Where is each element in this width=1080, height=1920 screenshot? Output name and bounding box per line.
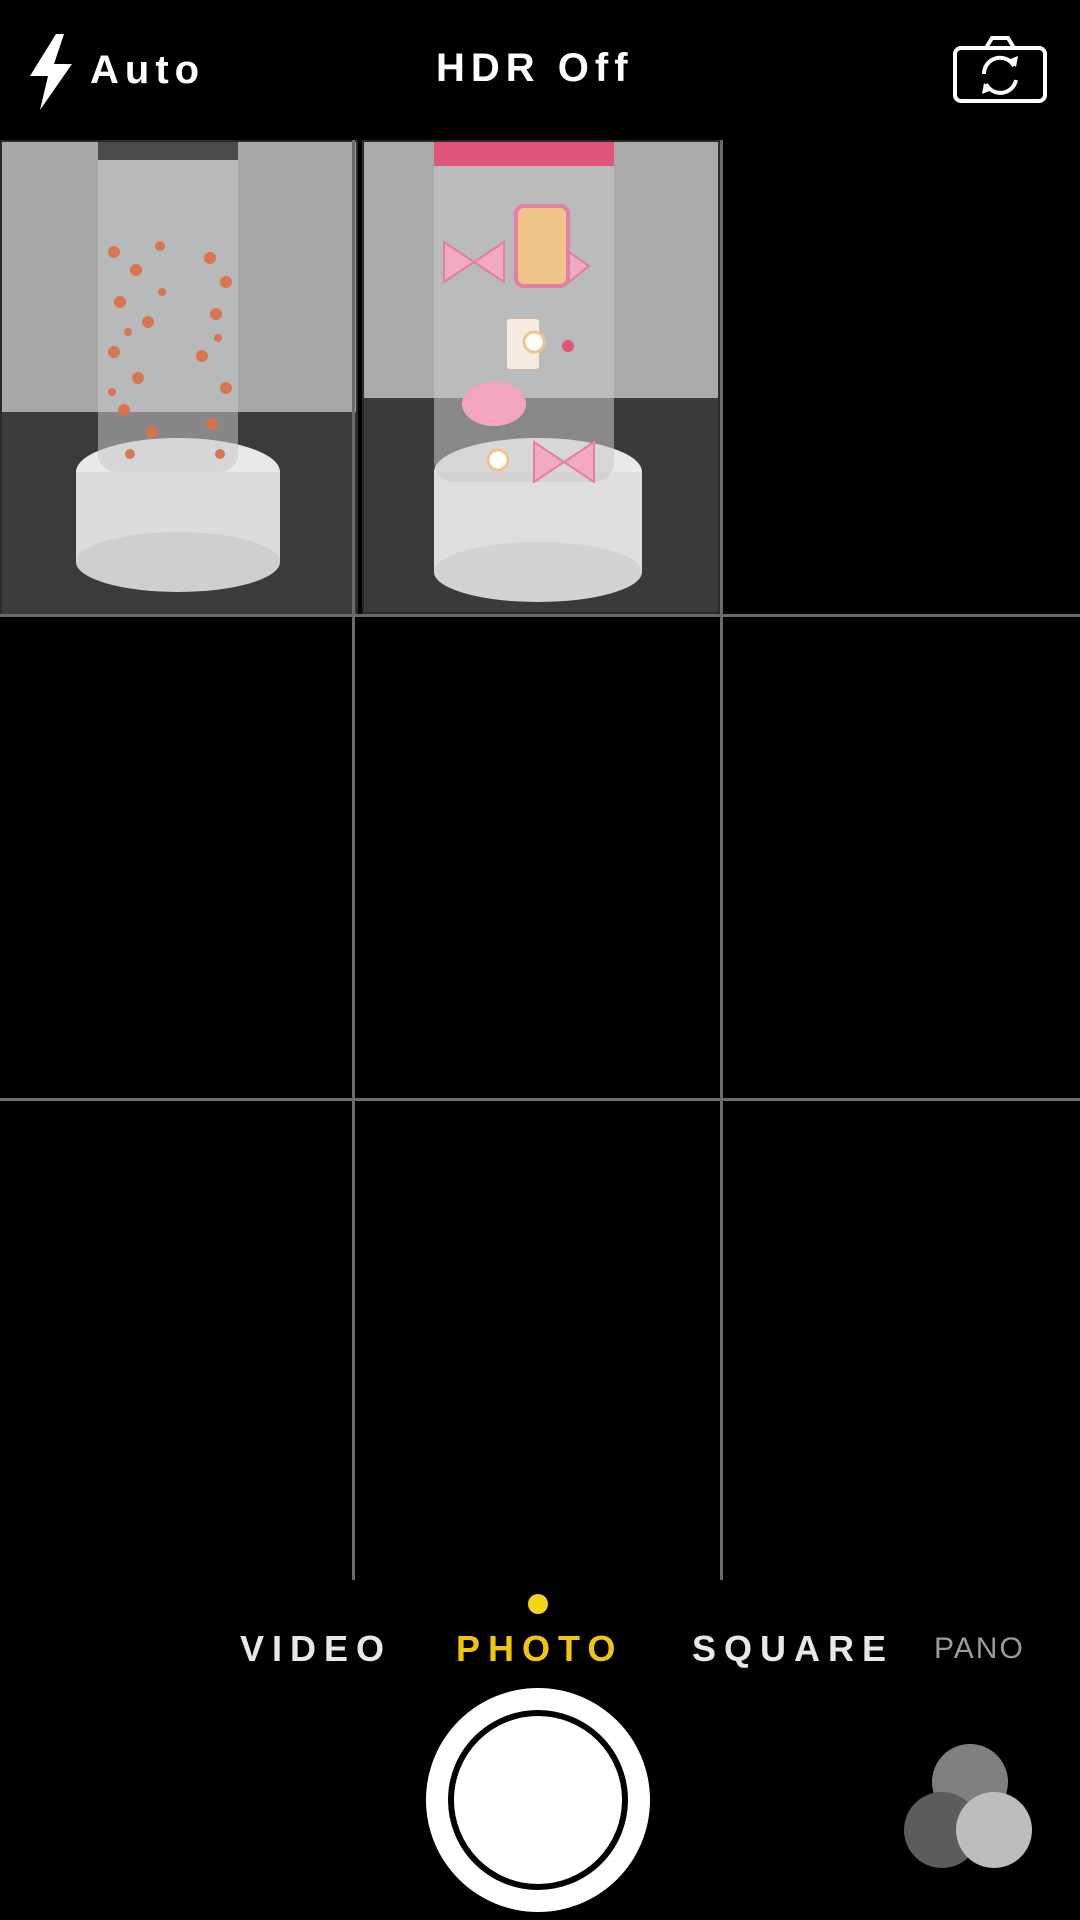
camera-flip-icon[interactable]: [952, 34, 1048, 104]
grid-line: [720, 140, 723, 1580]
shutter-icon: [448, 1710, 628, 1890]
viewfinder[interactable]: [0, 140, 1080, 1580]
top-bar: Auto HDR Off: [0, 0, 1080, 140]
grid-line: [352, 140, 355, 1580]
mode-video[interactable]: VIDEO: [240, 1628, 392, 1670]
mode-square[interactable]: SQUARE: [692, 1628, 894, 1670]
camera-mode-selector[interactable]: VIDEO PHOTO SQUARE PANO: [0, 1580, 1080, 1680]
flash-icon[interactable]: [26, 34, 76, 110]
selected-mode-indicator: [528, 1594, 548, 1614]
mode-pano[interactable]: PANO: [934, 1632, 1025, 1666]
flash-mode-label[interactable]: Auto: [90, 48, 205, 93]
filters-button[interactable]: [900, 1740, 1040, 1870]
mode-photo[interactable]: PHOTO: [456, 1628, 623, 1670]
hdr-toggle[interactable]: HDR Off: [436, 46, 634, 91]
photo-thumbnail-leopard-glass: [0, 140, 358, 616]
grid-line: [0, 1098, 1080, 1101]
shutter-button[interactable]: [426, 1688, 650, 1912]
grid-line: [0, 614, 1080, 617]
photo-thumbnail-pink-glass: [362, 140, 720, 614]
filters-icon-circle: [956, 1792, 1032, 1868]
